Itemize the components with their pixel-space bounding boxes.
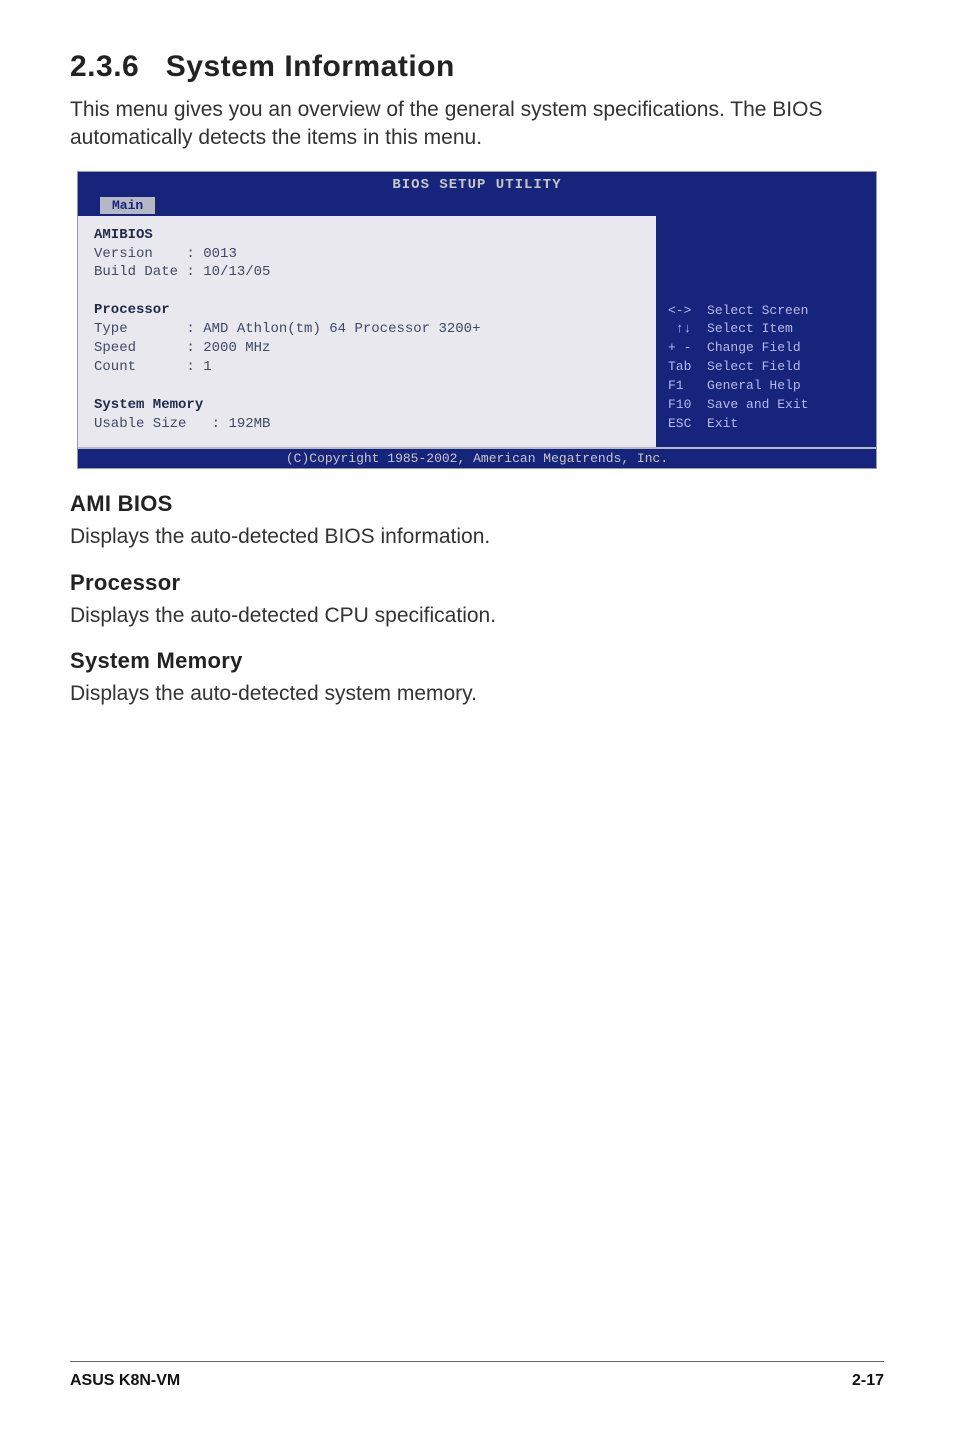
processor-sub-heading: Processor (70, 570, 884, 596)
ami-bios-heading: AMI BIOS (70, 491, 884, 517)
amibios-heading: AMIBIOS (94, 226, 640, 245)
processor-type: Type : AMD Athlon(tm) 64 Processor 3200+ (94, 320, 640, 339)
page-footer: ASUS K8N-VM 2-17 (70, 1361, 884, 1390)
system-memory-heading: System Memory (70, 648, 884, 674)
system-memory-text: Displays the auto-detected system memory… (70, 680, 884, 708)
bios-utility-title: BIOS SETUP UTILITY (78, 175, 876, 193)
section-heading: 2.3.6 System Information (70, 50, 884, 84)
processor-speed: Speed : 2000 MHz (94, 339, 640, 358)
bios-header: BIOS SETUP UTILITY Main (78, 172, 876, 216)
processor-heading: Processor (94, 301, 640, 320)
amibios-version: Version : 0013 (94, 245, 640, 264)
section-number: 2.3.6 (70, 50, 139, 83)
bios-screenshot: BIOS SETUP UTILITY Main AMIBIOS Version … (77, 171, 877, 470)
help-row-1: ↑↓ Select Item (668, 320, 866, 339)
amibios-build: Build Date : 10/13/05 (94, 263, 640, 282)
section-intro: This menu gives you an overview of the g… (70, 96, 884, 153)
help-row-0: <-> Select Screen (668, 302, 866, 321)
processor-sub-text: Displays the auto-detected CPU specifica… (70, 602, 884, 630)
footer-product: ASUS K8N-VM (70, 1372, 180, 1390)
footer-page-number: 2-17 (852, 1372, 884, 1390)
help-row-4: F1 General Help (668, 377, 866, 396)
bios-help-panel: <-> Select Screen ↑↓ Select Item + - Cha… (656, 216, 876, 448)
processor-count: Count : 1 (94, 358, 640, 377)
section-title-text: System Information (166, 50, 455, 83)
help-row-5: F10 Save and Exit (668, 396, 866, 415)
memory-heading: System Memory (94, 396, 640, 415)
help-row-6: ESC Exit (668, 415, 866, 434)
ami-bios-text: Displays the auto-detected BIOS informat… (70, 523, 884, 551)
help-row-2: + - Change Field (668, 339, 866, 358)
bios-copyright: (C)Copyright 1985-2002, American Megatre… (78, 447, 876, 468)
bios-tab-main: Main (100, 197, 155, 214)
help-row-3: Tab Select Field (668, 358, 866, 377)
memory-usable: Usable Size : 192MB (94, 415, 640, 434)
bios-body: AMIBIOS Version : 0013 Build Date : 10/1… (78, 216, 876, 448)
bios-left-panel: AMIBIOS Version : 0013 Build Date : 10/1… (78, 216, 656, 448)
